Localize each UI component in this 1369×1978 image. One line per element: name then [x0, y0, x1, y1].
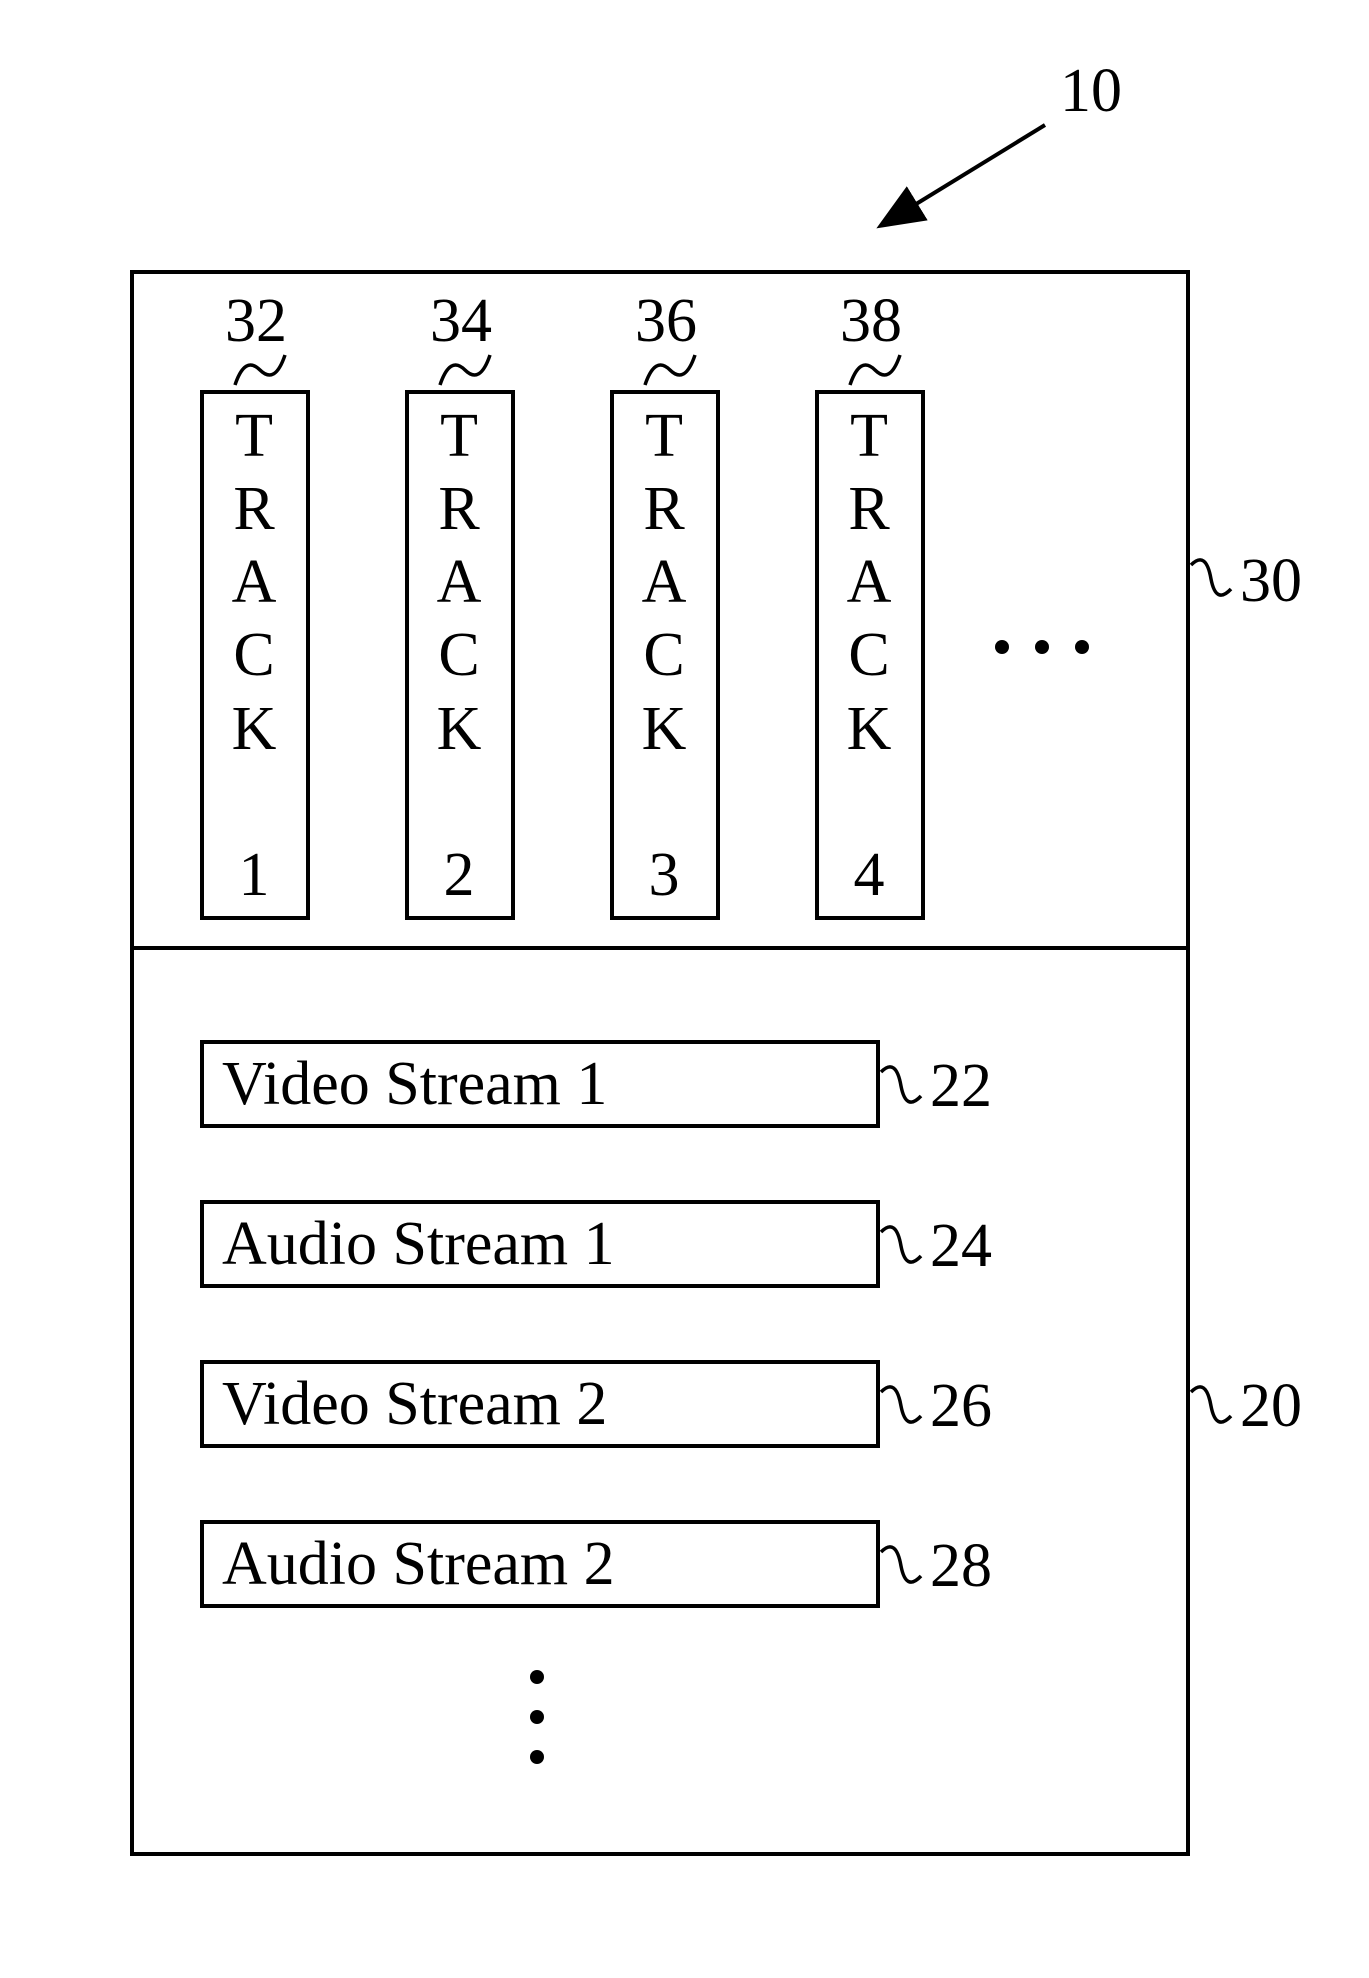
stream-2-label: Audio Stream 1 [222, 1213, 615, 1275]
squiggle-38 [845, 350, 905, 390]
stream-4-label: Audio Stream 2 [222, 1533, 615, 1595]
tracks-ellipsis [995, 640, 1089, 654]
ref-32: 32 [225, 290, 287, 352]
track-2-box: T R A C K 2 [405, 390, 515, 920]
squiggle-36 [640, 350, 700, 390]
dot [1075, 640, 1089, 654]
ref-22: 22 [930, 1055, 992, 1117]
track-1-box: T R A C K 1 [200, 390, 310, 920]
tilde-20 [1186, 1382, 1236, 1430]
dot [530, 1710, 544, 1724]
track-4-label: T R A C K 4 [819, 394, 921, 912]
stream-1-label: Video Stream 1 [222, 1053, 607, 1115]
arrow-10 [870, 110, 1070, 240]
squiggle-34 [435, 350, 495, 390]
track-3-box: T R A C K 3 [610, 390, 720, 920]
stream-4-box: Audio Stream 2 [200, 1520, 880, 1608]
ref-26: 26 [930, 1375, 992, 1437]
squiggle-32 [230, 350, 290, 390]
ref-30: 30 [1240, 550, 1302, 612]
tilde-26 [876, 1382, 926, 1430]
ref-38: 38 [840, 290, 902, 352]
track-1-label: T R A C K 1 [204, 394, 306, 912]
dot [995, 640, 1009, 654]
tilde-28 [876, 1542, 926, 1590]
stream-2-box: Audio Stream 1 [200, 1200, 880, 1288]
track-4-box: T R A C K 4 [815, 390, 925, 920]
diagram-canvas: 10 T R A C K 1 T R A C K 2 T R A C K 3 T… [0, 0, 1369, 1978]
tilde-24 [876, 1222, 926, 1270]
stream-3-box: Video Stream 2 [200, 1360, 880, 1448]
streams-ellipsis [530, 1670, 544, 1764]
dot [530, 1670, 544, 1684]
ref-20: 20 [1240, 1375, 1302, 1437]
stream-1-box: Video Stream 1 [200, 1040, 880, 1128]
ref-28: 28 [930, 1535, 992, 1597]
ref-34: 34 [430, 290, 492, 352]
dot [530, 1750, 544, 1764]
tilde-30 [1186, 555, 1236, 603]
tilde-22 [876, 1062, 926, 1110]
ref-36: 36 [635, 290, 697, 352]
stream-3-label: Video Stream 2 [222, 1373, 607, 1435]
ref-24: 24 [930, 1215, 992, 1277]
track-3-label: T R A C K 3 [614, 394, 716, 912]
track-2-label: T R A C K 2 [409, 394, 511, 912]
dot [1035, 640, 1049, 654]
